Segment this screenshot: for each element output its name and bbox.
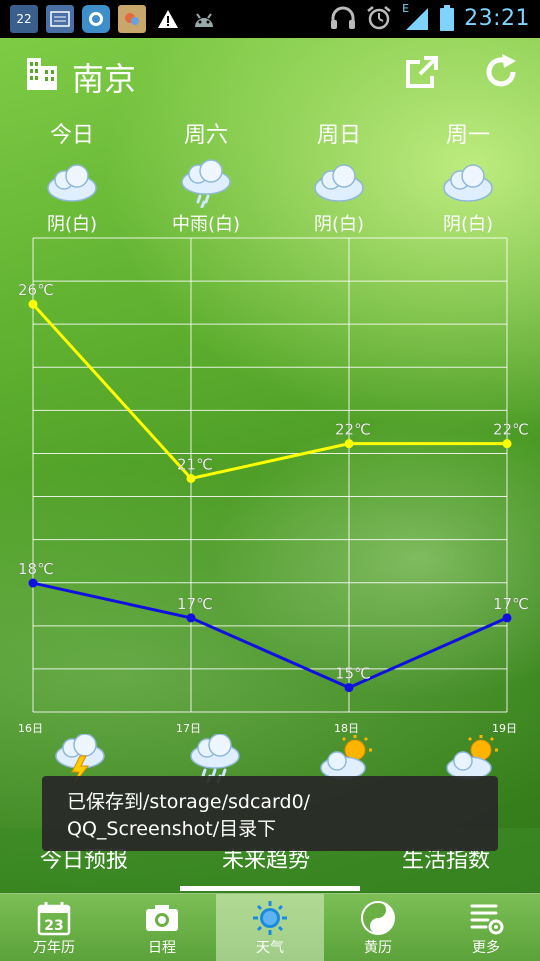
photo-icon	[118, 5, 146, 33]
data-label: 17℃	[177, 595, 213, 613]
cloudy-icon	[47, 164, 97, 202]
data-label: 26℃	[18, 281, 54, 299]
data-point	[344, 683, 354, 693]
yin-yang-icon	[361, 901, 395, 935]
data-label: 17℃	[493, 595, 529, 613]
active-tab-indicator	[180, 886, 360, 891]
temperature-trend-chart: 16日 17日 18日 19日26℃21℃22℃ 22℃18℃17℃15℃17℃	[18, 237, 529, 735]
data-label: 22℃	[493, 421, 529, 439]
calendar-icon: 23	[37, 902, 71, 936]
nav-schedule[interactable]: 日程	[108, 894, 216, 961]
forecast-day-label: 周日	[316, 123, 361, 148]
forecast-day[interactable]: 周六 中雨(白)	[151, 120, 261, 236]
data-point	[28, 578, 38, 588]
forecast-day-label: 今日	[49, 123, 94, 148]
city-buildings-icon	[27, 58, 57, 90]
city-name[interactable]: 南京	[72, 54, 136, 100]
data-label: 18℃	[18, 560, 54, 578]
share-icon[interactable]	[404, 54, 440, 90]
toast-line-2: QQ_Screenshot/目录下	[67, 818, 277, 840]
status-bar: 22 E 23:21	[0, 0, 540, 38]
x-tick-label: 16日	[18, 722, 43, 735]
header: 南京	[0, 44, 540, 104]
nav-more[interactable]: 更多	[432, 894, 540, 961]
toast-message: 已保存到/storage/sdcard0/ QQ_Screenshot/目录下	[42, 776, 498, 851]
nav-label: 万年历	[33, 940, 75, 956]
data-point	[28, 299, 38, 309]
nav-calendar[interactable]: 23 万年历	[0, 894, 108, 961]
news-icon	[46, 5, 74, 33]
camera-icon	[146, 905, 178, 931]
forecast-day[interactable]: 今日 阴(白)	[17, 120, 127, 236]
warning-icon	[154, 5, 182, 33]
toast-line-1: 已保存到/storage/sdcard0/	[67, 791, 311, 813]
nav-label: 更多	[472, 940, 500, 956]
android-icon	[190, 5, 218, 33]
data-label: 15℃	[335, 665, 371, 683]
alarm-icon	[367, 6, 391, 30]
forecast-day[interactable]: 周日 阴(白)	[284, 120, 394, 236]
cloudy-icon	[443, 164, 493, 202]
signal-icon: E	[402, 2, 430, 32]
forecast-day[interactable]: 周一 阴(白)	[413, 120, 523, 236]
qq-icon	[82, 5, 110, 33]
data-point	[186, 613, 196, 623]
data-point	[344, 439, 354, 449]
nav-label: 日程	[148, 940, 176, 956]
settings-list-icon	[470, 904, 504, 935]
data-label: 22℃	[335, 421, 371, 439]
cloudy-icon	[314, 164, 364, 202]
headphones-icon	[331, 6, 356, 29]
status-calendar-day: 22	[16, 12, 32, 26]
sun-icon	[253, 901, 287, 935]
bottom-navigation: 23 万年历 日程 天气 黄历 更多	[0, 893, 540, 961]
data-point	[502, 613, 512, 623]
nav-label: 黄历	[364, 940, 392, 956]
temperature-line	[32, 581, 508, 690]
data-label: 21℃	[177, 455, 213, 473]
nav-calendar-day: 23	[44, 918, 63, 934]
calendar-22-icon: 22	[10, 5, 38, 33]
data-point	[186, 473, 196, 483]
nav-weather[interactable]: 天气	[216, 894, 324, 961]
nav-label: 天气	[256, 940, 284, 956]
battery-icon	[440, 5, 455, 31]
rain-icon	[181, 159, 231, 208]
forecast-day-label: 周六	[183, 123, 228, 148]
forecast-day-label: 周一	[445, 123, 490, 148]
status-time: 23:21	[464, 5, 530, 31]
refresh-icon[interactable]	[482, 52, 520, 90]
temperature-line	[31, 303, 507, 481]
data-point	[502, 439, 512, 449]
nav-almanac[interactable]: 黄历	[324, 894, 432, 961]
